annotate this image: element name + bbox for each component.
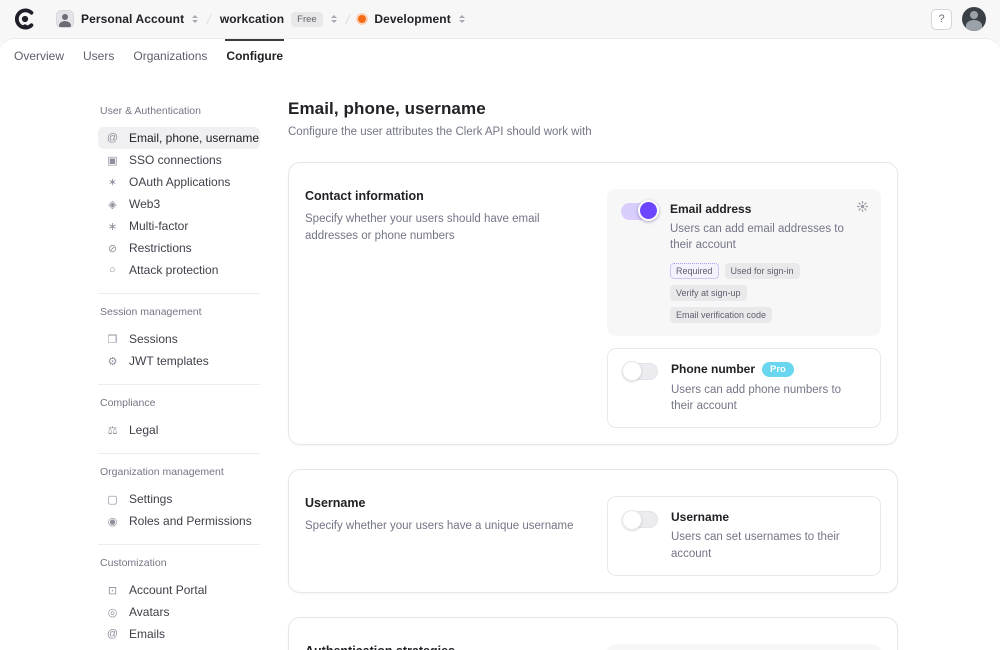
- plan-badge: Free: [291, 12, 323, 27]
- project-name: workcation: [220, 12, 284, 26]
- pro-badge: Pro: [762, 362, 794, 377]
- breadcrumb-project[interactable]: workcation Free: [220, 12, 337, 27]
- sidebar-item-multi-factor[interactable]: ∗ Multi-factor: [98, 215, 260, 237]
- username-card: Username Specify whether your users have…: [288, 469, 898, 593]
- panel-title: Phone number: [671, 362, 755, 376]
- panel-description: Users can set usernames to their account: [671, 529, 850, 562]
- card-heading: Contact information: [305, 189, 587, 203]
- help-button[interactable]: ?: [931, 9, 952, 30]
- sso-card-icon: ▣: [106, 154, 119, 167]
- chevron-updown-icon: [192, 15, 198, 23]
- sidebar-item-sessions[interactable]: ❐ Sessions: [98, 328, 260, 350]
- panel-title: Email address: [670, 202, 751, 216]
- sidebar-item-attack-protection[interactable]: ○ Attack protection: [98, 259, 260, 281]
- sidebar-item-settings[interactable]: ▢ Settings: [98, 488, 260, 510]
- contact-information-card: Contact information Specify whether your…: [288, 162, 898, 445]
- chevron-updown-icon: [331, 15, 337, 23]
- jwt-gear-icon: ⚙: [106, 355, 119, 368]
- tab-configure[interactable]: Configure: [225, 39, 284, 73]
- card-heading: Authentication strategies: [305, 644, 587, 650]
- sidebar-divider: [98, 453, 260, 454]
- sidebar-item-account-portal[interactable]: ⊡ Account Portal: [98, 579, 260, 601]
- avatars-circle-icon: ◎: [106, 606, 119, 619]
- legal-scale-icon: ⚖: [106, 424, 119, 437]
- sidebar: User & Authentication @ Email, phone, us…: [98, 73, 260, 650]
- email-address-panel: Email address Users can add email addres…: [607, 189, 881, 336]
- breadcrumb: Personal Account / workcation Free / Dev…: [56, 10, 465, 28]
- web3-diamond-icon: ◈: [106, 198, 119, 211]
- sidebar-item-web3[interactable]: ◈ Web3: [98, 193, 260, 215]
- sidebar-item-restrictions[interactable]: ⊘ Restrictions: [98, 237, 260, 259]
- main-content: Email, phone, username Configure the use…: [288, 73, 898, 650]
- phone-number-toggle[interactable]: [622, 363, 658, 380]
- card-heading: Username: [305, 496, 587, 510]
- sidebar-section-organization-management: Organization management: [100, 466, 260, 478]
- sidebar-section-compliance: Compliance: [100, 397, 260, 409]
- badge-required: Required: [670, 263, 719, 279]
- emails-at-icon: @: [106, 628, 119, 640]
- portal-square-icon: ⊡: [106, 584, 119, 597]
- sidebar-item-legal[interactable]: ⚖ Legal: [98, 419, 260, 441]
- panel-description: Users can add email addresses to their a…: [670, 221, 851, 254]
- user-avatar[interactable]: [962, 7, 986, 31]
- username-panel: Username Users can set usernames to thei…: [607, 496, 881, 576]
- account-name: Personal Account: [81, 12, 184, 26]
- card-description: Specify whether your users should have e…: [305, 211, 587, 244]
- sidebar-divider: [98, 384, 260, 385]
- sidebar-divider: [98, 544, 260, 545]
- sidebar-item-email-phone-username[interactable]: @ Email, phone, username: [98, 127, 260, 149]
- panel-title: Username: [671, 510, 729, 524]
- tab-bar: Overview Users Organizations Configure: [0, 39, 1000, 73]
- card-description: Specify whether your users have a unique…: [305, 518, 587, 535]
- sidebar-item-roles-and-permissions[interactable]: ◉ Roles and Permissions: [98, 510, 260, 532]
- at-sign-icon: @: [106, 132, 119, 144]
- password-panel: Password Users can sign in with a passwo…: [607, 644, 881, 650]
- sidebar-section-user-authentication: User & Authentication: [100, 105, 260, 117]
- sidebar-section-customization: Customization: [100, 557, 260, 569]
- breadcrumb-divider: /: [344, 12, 351, 27]
- page-subtitle: Configure the user attributes the Clerk …: [288, 126, 898, 138]
- app-sheet: Overview Users Organizations Configure U…: [0, 38, 1000, 650]
- tab-users[interactable]: Users: [82, 39, 115, 73]
- breadcrumb-environment[interactable]: Development: [358, 12, 464, 26]
- shield-ring-icon: ○: [106, 264, 119, 276]
- multi-factor-icon: ∗: [106, 220, 119, 233]
- sidebar-item-emails[interactable]: @ Emails: [98, 623, 260, 645]
- badge-email-verification-code: Email verification code: [670, 307, 772, 323]
- sidebar-item-avatars[interactable]: ◎ Avatars: [98, 601, 260, 623]
- sidebar-divider: [98, 293, 260, 294]
- sidebar-item-sso-connections[interactable]: ▣ SSO connections: [98, 149, 260, 171]
- badge-used-for-sign-in: Used for sign-in: [725, 263, 800, 279]
- email-address-toggle[interactable]: [621, 203, 657, 220]
- sidebar-section-session-management: Session management: [100, 306, 260, 318]
- topbar: Personal Account / workcation Free / Dev…: [0, 0, 1000, 38]
- breadcrumb-personal-account[interactable]: Personal Account: [56, 10, 198, 28]
- panel-description: Users can add phone numbers to their acc…: [671, 382, 850, 415]
- tab-overview[interactable]: Overview: [13, 39, 65, 73]
- account-avatar: [56, 10, 74, 28]
- sessions-cards-icon: ❐: [106, 333, 119, 346]
- roles-circle-icon: ◉: [106, 515, 119, 528]
- authentication-strategies-card: Authentication strategies Select the aut…: [288, 617, 898, 650]
- sidebar-item-oauth-applications[interactable]: ✶ OAuth Applications: [98, 171, 260, 193]
- username-toggle[interactable]: [622, 511, 658, 528]
- tab-organizations[interactable]: Organizations: [132, 39, 208, 73]
- badge-verify-at-sign-up: Verify at sign-up: [670, 285, 747, 301]
- environment-name: Development: [374, 12, 450, 26]
- chevron-updown-icon: [459, 15, 465, 23]
- restrictions-lock-icon: ⊘: [106, 242, 119, 255]
- environment-dot-icon: [358, 15, 366, 23]
- sidebar-item-jwt-templates[interactable]: ⚙ JWT templates: [98, 350, 260, 372]
- gear-icon[interactable]: [856, 200, 869, 213]
- settings-book-icon: ▢: [106, 493, 119, 506]
- page-title: Email, phone, username: [288, 99, 898, 119]
- breadcrumb-divider: /: [206, 12, 213, 27]
- phone-number-panel: Phone number Pro Users can add phone num…: [607, 348, 881, 429]
- oauth-star-icon: ✶: [106, 176, 119, 189]
- clerk-logo-icon[interactable]: [14, 8, 36, 30]
